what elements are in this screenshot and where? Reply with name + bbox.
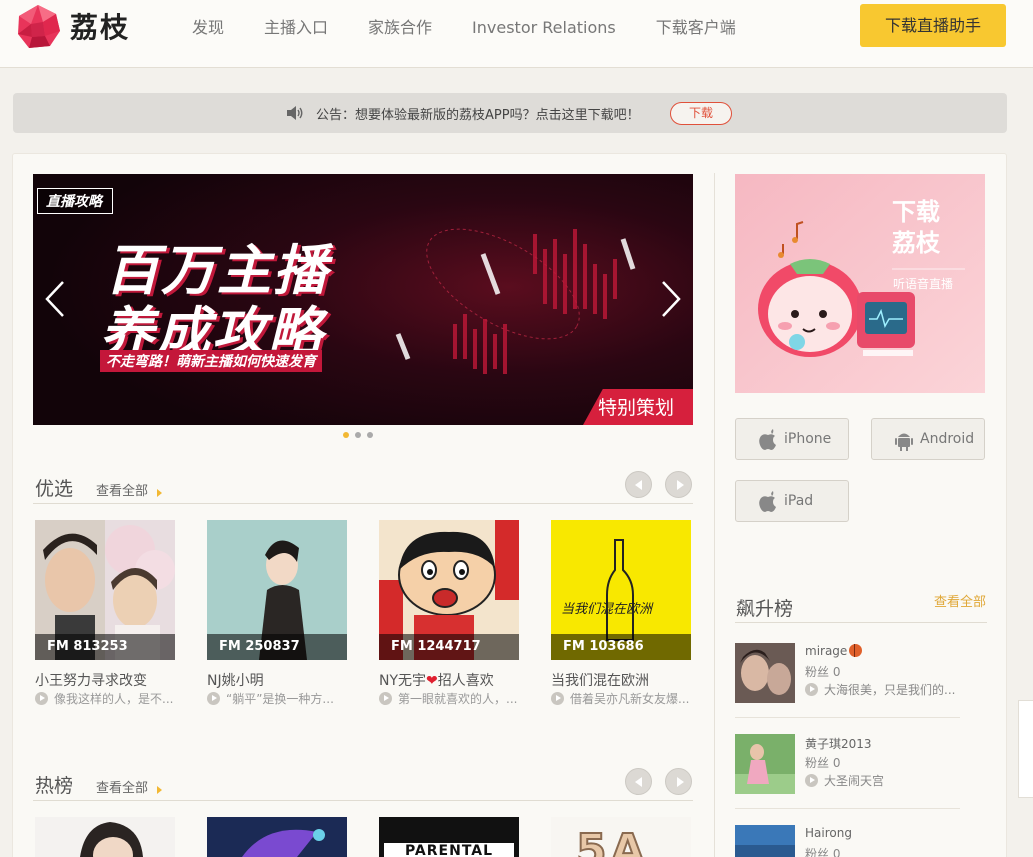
radio-title[interactable]: NY无宇❤招人喜欢 [379, 670, 529, 690]
rank-list-item[interactable]: mirage 粉丝 0 大海很美，只是我们的... [735, 643, 965, 713]
avatar[interactable] [735, 825, 795, 857]
view-all-arrow-icon [157, 489, 162, 497]
play-icon[interactable] [551, 692, 564, 705]
main-nav: 发现 主播入口 家族合作 Investor Relations 下载客户端 [180, 16, 764, 40]
carousel-dot[interactable] [355, 432, 361, 438]
avatar[interactable] [735, 643, 795, 703]
banner-next-arrow-icon[interactable] [660, 280, 682, 318]
radio-title[interactable]: 当我们混在欧洲 [551, 670, 701, 690]
apple-icon [759, 491, 776, 512]
play-icon[interactable] [35, 692, 48, 705]
column-divider [714, 173, 715, 857]
featured-next-button[interactable] [665, 471, 692, 498]
ipad-download-button[interactable]: iPad [735, 480, 849, 522]
iphone-download-button[interactable]: iPhone [735, 418, 849, 460]
radio-title[interactable]: NJ姚小明 [207, 670, 357, 690]
rank-fans-count: 粉丝 0 [805, 756, 841, 770]
nav-download-client[interactable]: 下载客户端 [644, 16, 748, 40]
rising-divider [735, 622, 987, 623]
rank-username[interactable]: 黄子琪2013 [805, 735, 872, 752]
nav-family-cooperation[interactable]: 家族合作 [356, 16, 444, 40]
radio-title[interactable]: 小王努力寻求改变 [35, 670, 185, 690]
hot-prev-button[interactable] [625, 768, 652, 795]
announcement-bar: 公告：想要体验最新版的荔枝APP吗？点击这里下载吧！ 下载 [13, 93, 1007, 133]
play-icon[interactable] [207, 692, 220, 705]
play-icon[interactable] [379, 692, 392, 705]
rising-chart-title: 飙升榜 [736, 598, 794, 620]
radio-card[interactable]: 5A [551, 817, 691, 857]
rank-program[interactable]: 大海很美，只是我们的... [805, 681, 965, 698]
hot-section-title: 热榜 [35, 775, 74, 797]
rank-fans-count: 粉丝 0 [805, 665, 841, 679]
play-icon[interactable] [805, 774, 818, 787]
top-header: 荔枝 发现 主播入口 家族合作 Investor Relations 下载客户端… [0, 0, 1033, 68]
radio-description[interactable]: “躺平”是换一种方... [207, 690, 349, 707]
nav-investor-relations[interactable]: Investor Relations [460, 16, 628, 40]
view-all-arrow-icon [157, 786, 162, 794]
android-label: Android [920, 431, 975, 447]
speaker-icon [287, 106, 303, 120]
rank-username[interactable]: mirage [805, 644, 863, 658]
rank-list-item[interactable]: 黄子琪2013 粉丝 0 大圣闹天宫 [735, 734, 965, 804]
banner-corner-text: 特别策划 [598, 397, 675, 419]
rank-list-item[interactable]: Hairong 粉丝 0 [735, 825, 965, 857]
announcement-download-button[interactable]: 下载 [670, 102, 732, 125]
heart-icon: ❤ [426, 673, 438, 689]
hot-view-all-link[interactable]: 查看全部 [96, 777, 148, 796]
radio-fm-number: FM 813253 [35, 634, 175, 660]
radio-description[interactable]: 像我这样的人，是不... [35, 690, 177, 707]
logo-text[interactable]: 荔枝 [70, 6, 130, 46]
radio-cover-image[interactable]: 5A [551, 817, 691, 857]
nav-anchor-entry[interactable]: 主播入口 [252, 16, 340, 40]
basketball-icon [849, 644, 863, 657]
nav-discover[interactable]: 发现 [180, 16, 236, 40]
banner-subtitle: 不走弯路！萌新主播如何快速发育 [100, 350, 322, 372]
promo-title-line2: 荔枝 [892, 229, 940, 257]
radio-cover-image[interactable]: PARENTAL [379, 817, 519, 857]
hot-divider [33, 800, 693, 801]
ipad-label: iPad [784, 493, 814, 509]
radio-description[interactable]: 第一眼就喜欢的人，... [379, 690, 521, 707]
carousel-dot[interactable] [367, 432, 373, 438]
promo-subtitle: 听语音直播 [893, 277, 954, 291]
cover-art-text: PARENTAL [384, 843, 514, 857]
carousel-dot[interactable] [343, 432, 349, 438]
radio-cover-image[interactable] [35, 817, 175, 857]
android-icon [895, 433, 913, 451]
radio-cover-image[interactable] [207, 817, 347, 857]
featured-view-all-link[interactable]: 查看全部 [96, 480, 148, 499]
avatar[interactable] [735, 734, 795, 794]
radio-fm-number: FM 103686 [551, 634, 691, 660]
cover-handwritten-text: 当我们混在欧洲 [561, 602, 653, 617]
radio-fm-number: FM 250837 [207, 634, 347, 660]
side-float-tab[interactable] [1018, 700, 1033, 798]
featured-section-title: 优选 [35, 478, 74, 500]
promo-title-line1: 下载 [892, 198, 940, 226]
featured-prev-button[interactable] [625, 471, 652, 498]
rank-program[interactable]: 大圣闹天宫 [805, 772, 965, 789]
rank-separator [735, 717, 960, 718]
rank-fans-count: 粉丝 0 [805, 847, 841, 857]
rank-username[interactable]: Hairong [805, 826, 852, 840]
rising-view-all-link[interactable]: 查看全部 [934, 591, 986, 610]
announcement-text[interactable]: 公告：想要体验最新版的荔枝APP吗？点击这里下载吧！ [316, 104, 640, 123]
apple-icon [759, 429, 776, 450]
radio-fm-number: FM 1244717 [379, 634, 519, 660]
download-live-assistant-button[interactable]: 下载直播助手 [860, 4, 1006, 47]
radio-description[interactable]: 借着吴亦凡新女友爆... [551, 690, 693, 707]
play-icon[interactable] [805, 683, 818, 696]
carousel-dots [343, 432, 373, 438]
featured-divider [33, 503, 693, 504]
lizhi-logo-icon[interactable] [15, 4, 61, 50]
radio-card[interactable] [207, 817, 347, 857]
android-download-button[interactable]: Android [871, 418, 985, 460]
radio-card[interactable] [35, 817, 175, 857]
hot-next-button[interactable] [665, 768, 692, 795]
cover-art-text: 5A [575, 824, 649, 857]
banner-tag: 直播攻略 [37, 188, 113, 214]
iphone-label: iPhone [784, 431, 832, 447]
rank-separator [735, 808, 960, 809]
banner-prev-arrow-icon[interactable] [44, 280, 66, 318]
radio-card[interactable]: PARENTAL [379, 817, 519, 857]
